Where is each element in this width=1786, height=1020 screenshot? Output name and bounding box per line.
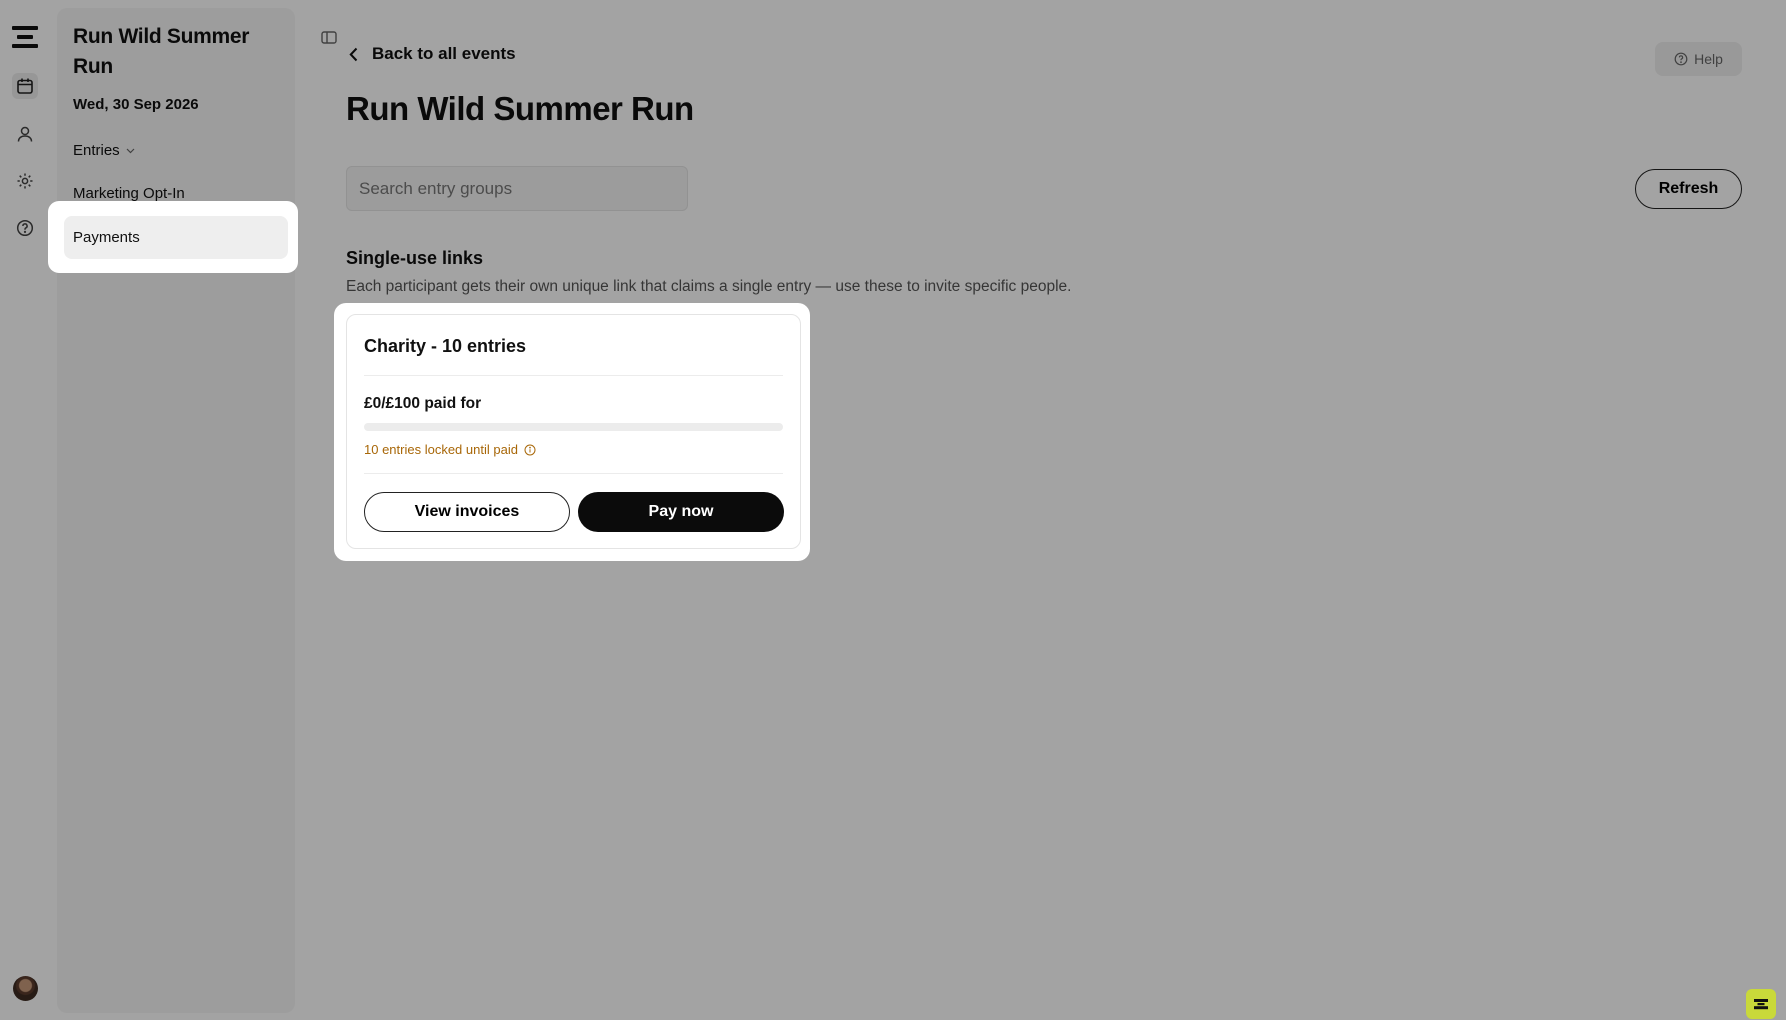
payment-progress-bar bbox=[364, 423, 783, 431]
app-logo[interactable] bbox=[12, 26, 38, 48]
card-title: Charity - 10 entries bbox=[364, 336, 527, 356]
paid-amount: £0/£100 paid for bbox=[364, 395, 482, 412]
back-link-label: Back to all events bbox=[372, 44, 516, 63]
sidebar-item-label: Entries bbox=[73, 142, 120, 159]
page-title: Run Wild Summer Run bbox=[346, 90, 694, 127]
info-icon[interactable] bbox=[524, 444, 536, 456]
entry-group-card: Charity - 10 entries £0/£100 paid for 10… bbox=[346, 314, 801, 549]
event-title: Run Wild Summer Run bbox=[73, 25, 250, 78]
sidebar-item-payments[interactable]: Payments bbox=[64, 216, 288, 259]
divider bbox=[364, 375, 783, 376]
chat-widget-button[interactable] bbox=[1746, 989, 1776, 1019]
help-circle-icon[interactable] bbox=[12, 215, 38, 241]
search-entry-groups-input[interactable] bbox=[346, 166, 688, 211]
section-title: Single-use links bbox=[346, 248, 484, 268]
calendar-icon[interactable] bbox=[12, 73, 38, 99]
section-description: Each participant gets their own unique l… bbox=[346, 278, 1072, 295]
back-to-events-link[interactable]: Back to all events bbox=[349, 44, 516, 64]
gear-icon[interactable] bbox=[12, 168, 38, 194]
locked-entries-text: 10 entries locked until paid bbox=[364, 442, 518, 457]
chevron-left-icon bbox=[349, 47, 358, 61]
app-rail bbox=[0, 0, 50, 1020]
user-icon[interactable] bbox=[12, 121, 38, 147]
refresh-button[interactable]: Refresh bbox=[1635, 169, 1742, 209]
sidebar-item-entries[interactable]: Entries bbox=[73, 142, 135, 159]
help-button[interactable]: Help bbox=[1655, 42, 1742, 76]
help-circle-icon bbox=[1674, 52, 1688, 66]
sidebar-toggle-icon[interactable] bbox=[319, 29, 339, 47]
view-invoices-button[interactable]: View invoices bbox=[364, 492, 570, 532]
chevron-down-icon bbox=[126, 148, 135, 153]
sidebar-item-marketing-opt-in[interactable]: Marketing Opt-In bbox=[73, 185, 185, 202]
pay-now-button[interactable]: Pay now bbox=[578, 492, 784, 532]
event-sidebar: Run Wild Summer Run Wed, 30 Sep 2026 Ent… bbox=[57, 8, 295, 1013]
avatar[interactable] bbox=[13, 976, 38, 1001]
event-date: Wed, 30 Sep 2026 bbox=[73, 96, 199, 113]
divider bbox=[364, 473, 783, 474]
chat-icon bbox=[1754, 999, 1768, 1010]
locked-entries-notice: 10 entries locked until paid bbox=[364, 442, 536, 457]
help-label: Help bbox=[1694, 51, 1723, 67]
sidebar-item-label: Payments bbox=[73, 229, 140, 246]
